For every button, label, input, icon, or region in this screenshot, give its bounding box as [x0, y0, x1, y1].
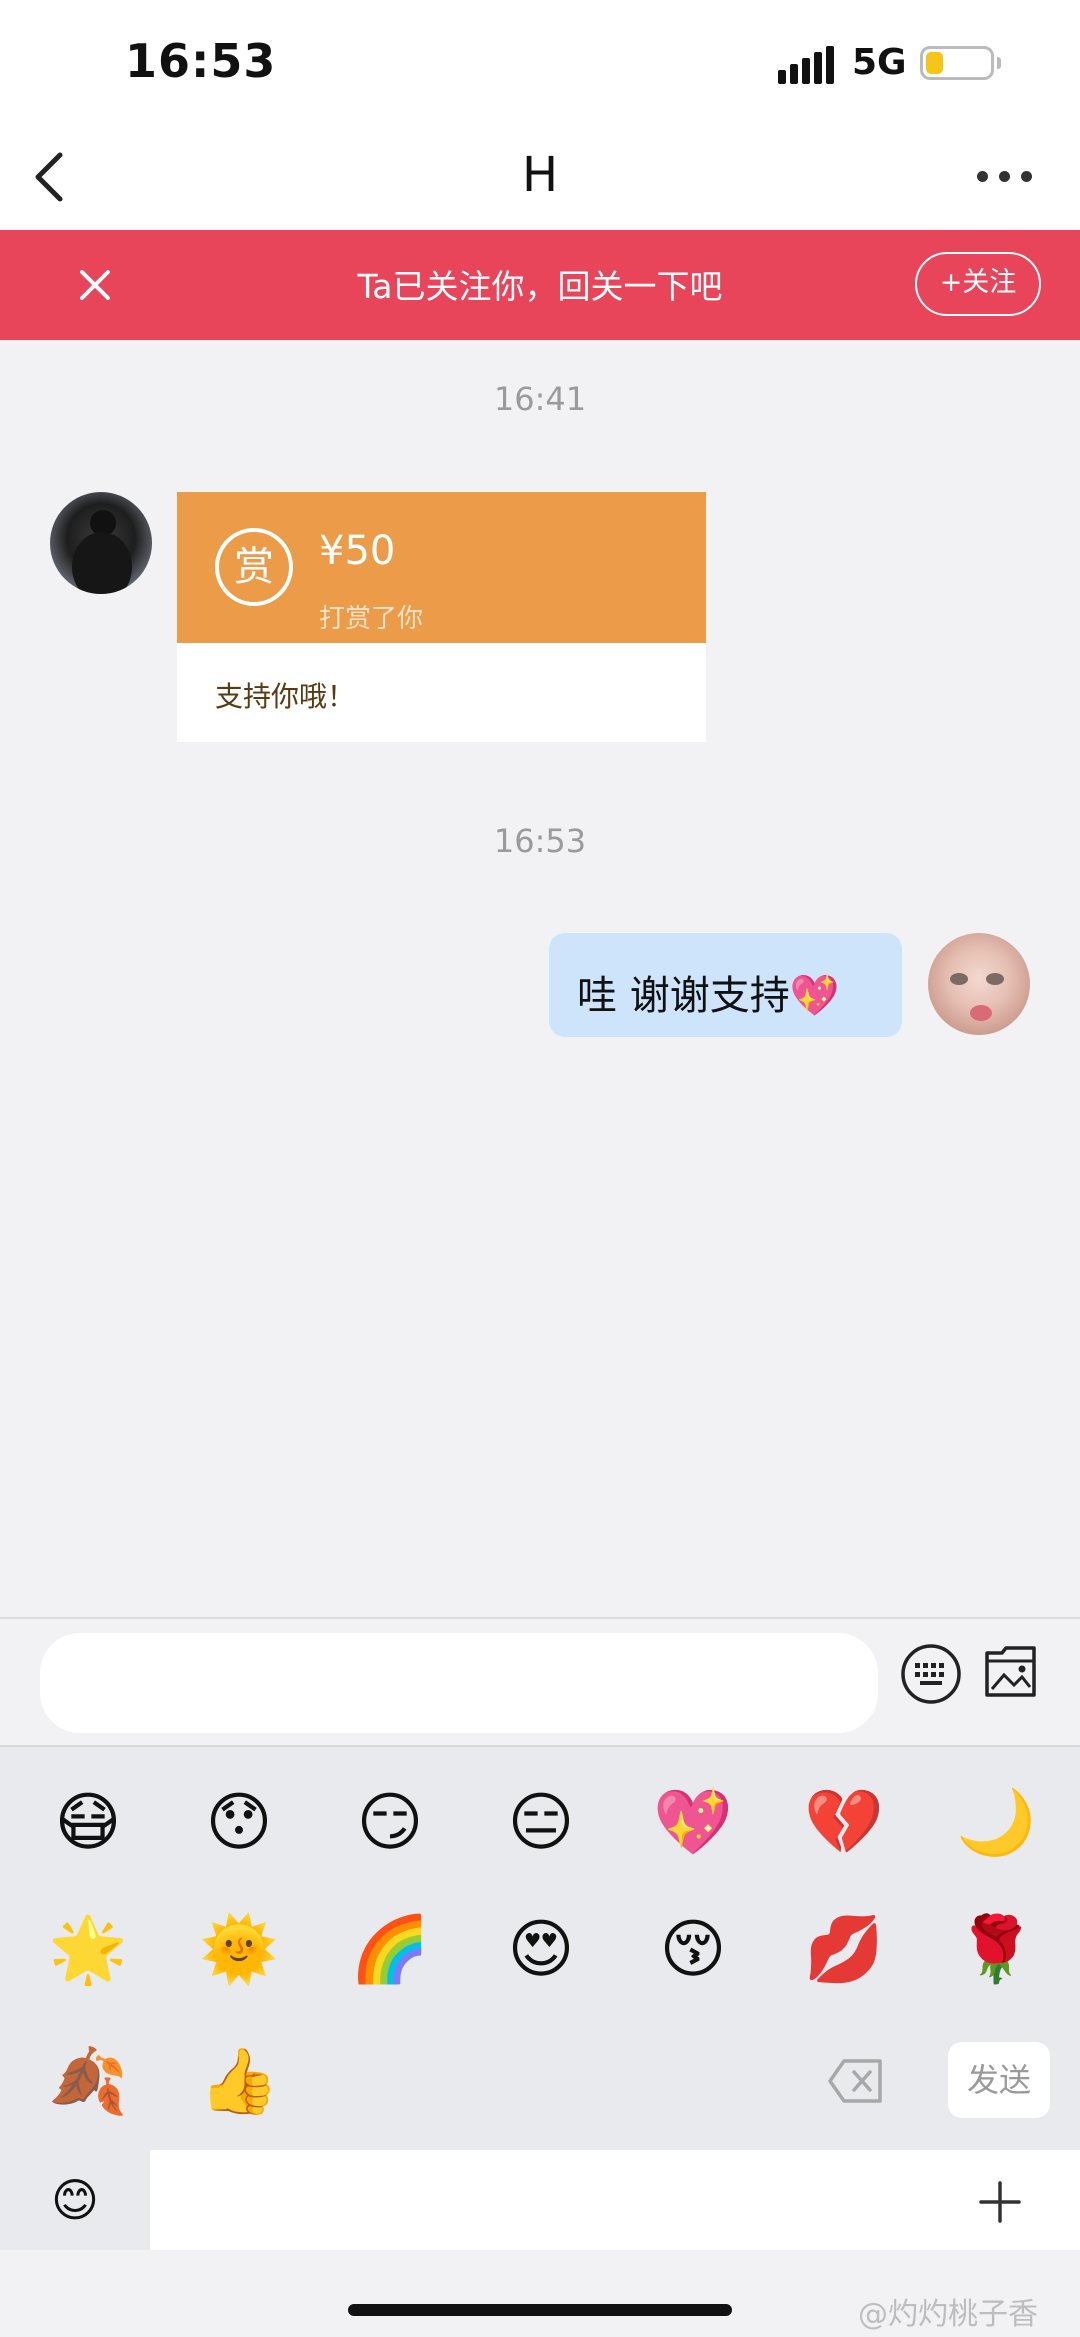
status-bar: 16:53 5G — [0, 0, 1080, 125]
timestamp: 16:53 — [493, 822, 587, 860]
plus-icon[interactable] — [978, 2180, 1022, 2224]
ellipsis-icon[interactable] — [975, 165, 1035, 185]
emoji-rose[interactable]: 🌹 — [951, 1905, 1041, 1995]
backspace-icon[interactable] — [826, 2053, 886, 2109]
reward-body: 支持你哦！ — [177, 643, 706, 742]
message-input[interactable] — [40, 1633, 878, 1733]
status-time: 16:53 — [125, 34, 277, 88]
reward-card[interactable]: 赏 ¥50 打赏了你 支持你哦！ — [177, 492, 706, 742]
emoji-kiss[interactable]: 😚 — [648, 1905, 738, 1995]
sticker-tab-strip — [150, 2150, 1080, 2250]
reward-header: 赏 ¥50 打赏了你 — [177, 492, 706, 643]
emoji-smirk[interactable]: 😏 — [345, 1778, 435, 1868]
reward-seal-icon: 赏 — [215, 528, 293, 606]
nav-bar: H — [0, 125, 1080, 230]
battery-tip — [997, 57, 1001, 69]
reward-amount: ¥50 — [319, 528, 396, 574]
page-title: H — [521, 147, 559, 203]
bottom-tabs: 😊 — [0, 2150, 1080, 2250]
emoji-tab[interactable]: 😊 — [0, 2150, 150, 2250]
emoji-sun[interactable]: 🌞 — [194, 1905, 284, 1995]
emoji-broken-heart[interactable]: 💔 — [799, 1778, 889, 1868]
avatar[interactable] — [928, 933, 1030, 1035]
emoji-heart-eyes[interactable]: 😍 — [496, 1905, 586, 1995]
timestamp: 16:41 — [493, 380, 587, 418]
reward-message: 支持你哦！ — [215, 680, 356, 713]
message-text: 哇 谢谢支持💖 — [577, 973, 840, 1019]
network-label: 5G — [852, 42, 907, 83]
signal-icon — [778, 44, 838, 84]
reward-subtitle: 打赏了你 — [319, 604, 424, 634]
image-folder-icon[interactable] — [984, 1643, 1038, 1699]
follow-banner: Ta已关注你，回关一下吧 +关注 — [0, 230, 1080, 340]
emoji-sparkling-heart[interactable]: 💖 — [648, 1778, 738, 1868]
message-bubble[interactable]: 哇 谢谢支持💖 — [549, 933, 902, 1037]
emoji-rainbow[interactable]: 🌈 — [345, 1905, 435, 1995]
home-indicator[interactable] — [348, 2304, 732, 2316]
emoji-mask[interactable]: 😷 — [43, 1778, 133, 1868]
keyboard-icon[interactable] — [900, 1643, 962, 1705]
input-bar — [0, 1617, 1080, 1745]
watermark: @灼灼桃子香 — [858, 2297, 1038, 2332]
battery-fill — [926, 52, 943, 74]
emoji-expressionless[interactable]: 😑 — [496, 1778, 586, 1868]
emoji-leaves[interactable]: 🍂 — [43, 2037, 133, 2127]
avatar[interactable] — [50, 492, 152, 594]
battery-icon — [920, 46, 994, 80]
follow-button[interactable]: +关注 — [915, 252, 1041, 316]
emoji-moon[interactable]: 🌙 — [951, 1778, 1041, 1868]
emoji-lips[interactable]: 💋 — [799, 1905, 889, 1995]
send-button[interactable]: 发送 — [948, 2042, 1050, 2118]
emoji-surprised[interactable]: 😯 — [194, 1778, 284, 1868]
emoji-thumbs-up[interactable]: 👍 — [194, 2037, 284, 2127]
emoji-star[interactable]: 🌟 — [43, 1905, 133, 1995]
